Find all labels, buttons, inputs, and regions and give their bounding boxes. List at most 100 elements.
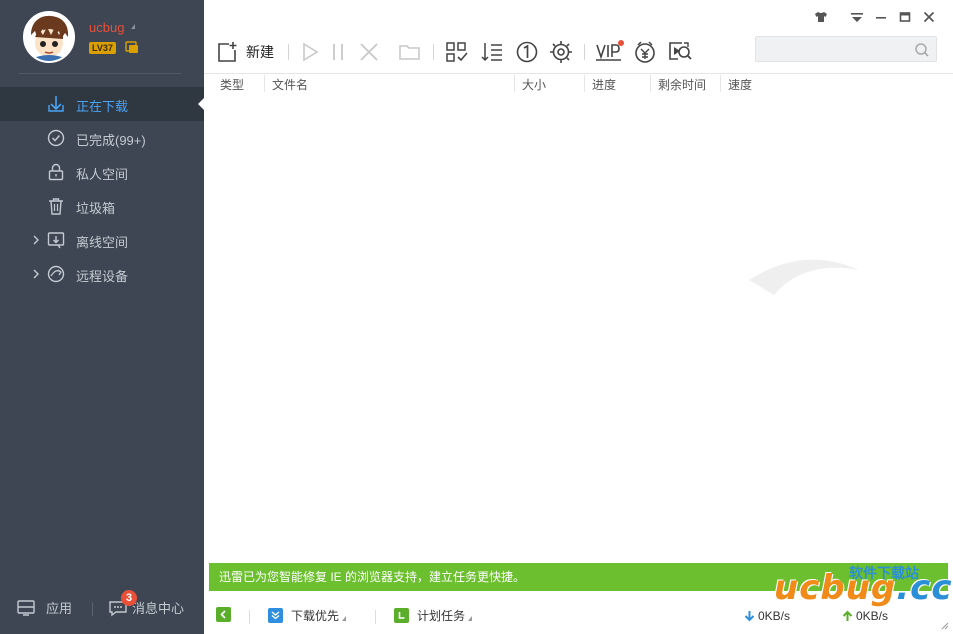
- chevron-right-icon[interactable]: [32, 234, 40, 246]
- check-circle-icon: [47, 129, 65, 147]
- pause-button[interactable]: [330, 38, 346, 66]
- search-input[interactable]: [756, 37, 906, 61]
- scheduled-tasks-label: 计划任务: [417, 609, 466, 623]
- batch-select-button[interactable]: [445, 38, 469, 66]
- apps-icon: [17, 599, 35, 616]
- column-progress[interactable]: 进度: [592, 76, 616, 93]
- scheduled-tasks-button[interactable]: 计划任务: [394, 607, 473, 624]
- minimize-button[interactable]: [869, 8, 893, 26]
- resize-grip-icon[interactable]: [939, 620, 949, 630]
- level-badge: LV37: [89, 42, 116, 54]
- sidebar: ucbug LV37 正在下载 已完成(99+) 私人空间 垃圾箱 离线空间 远…: [0, 0, 204, 634]
- watermark-swoosh: [749, 259, 859, 295]
- main-panel: 新建 类型 文件名 大小 进度 剩余时间 速度 迅雷已为您智能修复 IE 的浏览…: [204, 0, 953, 634]
- upload-speed-value: 0KB/s: [856, 609, 889, 623]
- column-filename[interactable]: 文件名: [272, 76, 308, 93]
- nav-label: 正在下载: [76, 99, 129, 114]
- sort-button[interactable]: [480, 38, 504, 66]
- delete-button[interactable]: [358, 38, 380, 66]
- pause-icon: [333, 44, 343, 60]
- schedule-icon: [394, 608, 409, 623]
- new-task-label: 新建: [246, 44, 274, 60]
- sidebar-nav: 正在下载 已完成(99+) 私人空间 垃圾箱 离线空间 远程设备: [0, 87, 204, 291]
- priority-dropdown-icon: [342, 616, 347, 621]
- maximize-button[interactable]: [893, 8, 917, 26]
- user-avatar[interactable]: [23, 11, 75, 63]
- username[interactable]: ucbug: [89, 20, 124, 35]
- speed-settings-button[interactable]: [549, 38, 573, 66]
- status-separator: [375, 610, 376, 624]
- search-icon[interactable]: [914, 42, 930, 58]
- message-count-badge: 3: [121, 590, 137, 606]
- download-priority-button[interactable]: 下载优先: [268, 607, 347, 624]
- collapse-arrow-icon: [216, 607, 231, 622]
- upload-speed-arrow-icon: [842, 610, 853, 621]
- download-arrow-icon: [48, 96, 64, 112]
- column-type[interactable]: 类型: [220, 76, 244, 93]
- new-task-button[interactable]: 新建: [216, 38, 274, 66]
- sidebar-footer: 应用 消息中心 3: [0, 590, 204, 626]
- footer-separator: [92, 602, 93, 616]
- nav-label: 离线空间: [76, 235, 129, 250]
- user-menu-caret-icon[interactable]: [131, 24, 135, 29]
- status-separator: [249, 610, 250, 624]
- tshirt-icon: [815, 12, 827, 22]
- apps-button[interactable]: 应用: [16, 598, 72, 617]
- wallet-button[interactable]: [632, 38, 658, 66]
- column-separator[interactable]: [264, 75, 265, 92]
- nav-item-private-space[interactable]: 私人空间: [0, 155, 204, 189]
- message-center-button[interactable]: 消息中心: [107, 598, 184, 617]
- gear-target-icon: [550, 41, 572, 63]
- play-icon: [303, 42, 319, 62]
- open-folder-button[interactable]: [398, 38, 422, 66]
- toolbar-separator: [433, 44, 434, 60]
- download-speed: 0KB/s: [744, 609, 790, 623]
- vip-button[interactable]: [595, 38, 625, 66]
- nav-item-trash[interactable]: 垃圾箱: [0, 189, 204, 223]
- vip-crown-icon[interactable]: [125, 40, 139, 54]
- upload-speed: 0KB/s: [842, 609, 888, 623]
- close-button[interactable]: [917, 8, 941, 26]
- column-speed[interactable]: 速度: [728, 76, 752, 93]
- sidebar-divider: [18, 73, 182, 74]
- nav-item-completed[interactable]: 已完成(99+): [0, 121, 204, 155]
- apps-label: 应用: [46, 601, 73, 616]
- column-separator[interactable]: [584, 75, 585, 92]
- start-button[interactable]: [300, 38, 320, 66]
- nav-item-downloading[interactable]: 正在下载: [0, 87, 204, 121]
- download-speed-arrow-icon: [744, 611, 755, 622]
- grid-check-icon: [446, 42, 468, 62]
- column-separator[interactable]: [514, 75, 515, 92]
- column-separator[interactable]: [650, 75, 651, 92]
- minimize-icon: [876, 17, 886, 19]
- lock-icon: [48, 163, 64, 181]
- delete-x-icon: [360, 43, 378, 61]
- nav-item-offline-space[interactable]: 离线空间: [0, 223, 204, 257]
- download-priority-label: 下载优先: [291, 609, 340, 623]
- folder-icon: [399, 45, 420, 60]
- video-search-icon: [669, 42, 692, 60]
- new-task-icon: [218, 42, 237, 62]
- video-preview-button[interactable]: [667, 38, 693, 66]
- column-separator[interactable]: [720, 75, 721, 92]
- remote-device-icon: [47, 265, 65, 283]
- nav-label: 远程设备: [76, 269, 129, 284]
- cloud-download-icon: [47, 232, 65, 249]
- collapse-sidebar-button[interactable]: [216, 607, 239, 622]
- single-task-mode-button[interactable]: [515, 38, 539, 66]
- main-menu-button[interactable]: [845, 8, 869, 26]
- maximize-icon: [899, 12, 911, 22]
- vip-icon: [596, 40, 624, 61]
- message-center-label: 消息中心: [132, 601, 185, 616]
- window-controls: [809, 8, 941, 26]
- schedule-dropdown-icon: [468, 616, 473, 621]
- chevron-right-icon[interactable]: [32, 268, 40, 280]
- column-size[interactable]: 大小: [522, 76, 546, 93]
- nav-label: 垃圾箱: [76, 201, 116, 216]
- toolbar-separator: [288, 44, 289, 60]
- toolbar: 新建: [204, 36, 953, 68]
- column-remaining-time[interactable]: 剩余时间: [658, 76, 706, 93]
- nav-item-remote-device[interactable]: 远程设备: [0, 257, 204, 291]
- skin-button[interactable]: [809, 8, 833, 26]
- search-box: [755, 36, 937, 62]
